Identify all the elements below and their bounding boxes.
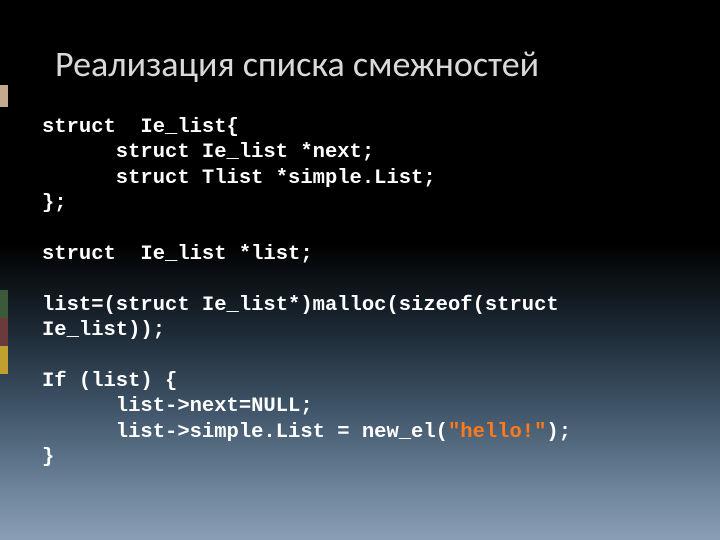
accent-seg-tan <box>0 85 8 107</box>
left-accent-bar <box>0 0 20 540</box>
code-block: struct Ie_list{ struct Ie_list *next; st… <box>42 115 690 471</box>
code-line: If (list) { <box>42 370 177 393</box>
code-line: struct Ie_list{ <box>42 116 239 139</box>
code-line-part: ); <box>546 421 571 444</box>
accent-seg-green <box>0 290 8 318</box>
slide: Реализация списка смежностей struct Ie_l… <box>0 0 720 540</box>
slide-title: Реализация списка смежностей <box>55 42 690 86</box>
code-line: Ie_list)); <box>42 319 165 342</box>
code-line: struct Ie_list *list; <box>42 243 313 266</box>
code-line: } <box>42 446 54 469</box>
accent-seg-maroon <box>0 318 8 346</box>
code-line-part: list->simple.List = new_el( <box>42 421 448 444</box>
code-line: list=(struct Ie_list*)malloc(sizeof(stru… <box>42 294 559 317</box>
accent-seg-gold <box>0 346 8 374</box>
code-line: }; <box>42 192 67 215</box>
code-line: list->next=NULL; <box>42 395 313 418</box>
code-line: struct Ie_list *next; <box>42 141 374 164</box>
code-line: struct Tlist *simple.List; <box>42 167 436 190</box>
string-literal: "hello!" <box>448 421 546 444</box>
